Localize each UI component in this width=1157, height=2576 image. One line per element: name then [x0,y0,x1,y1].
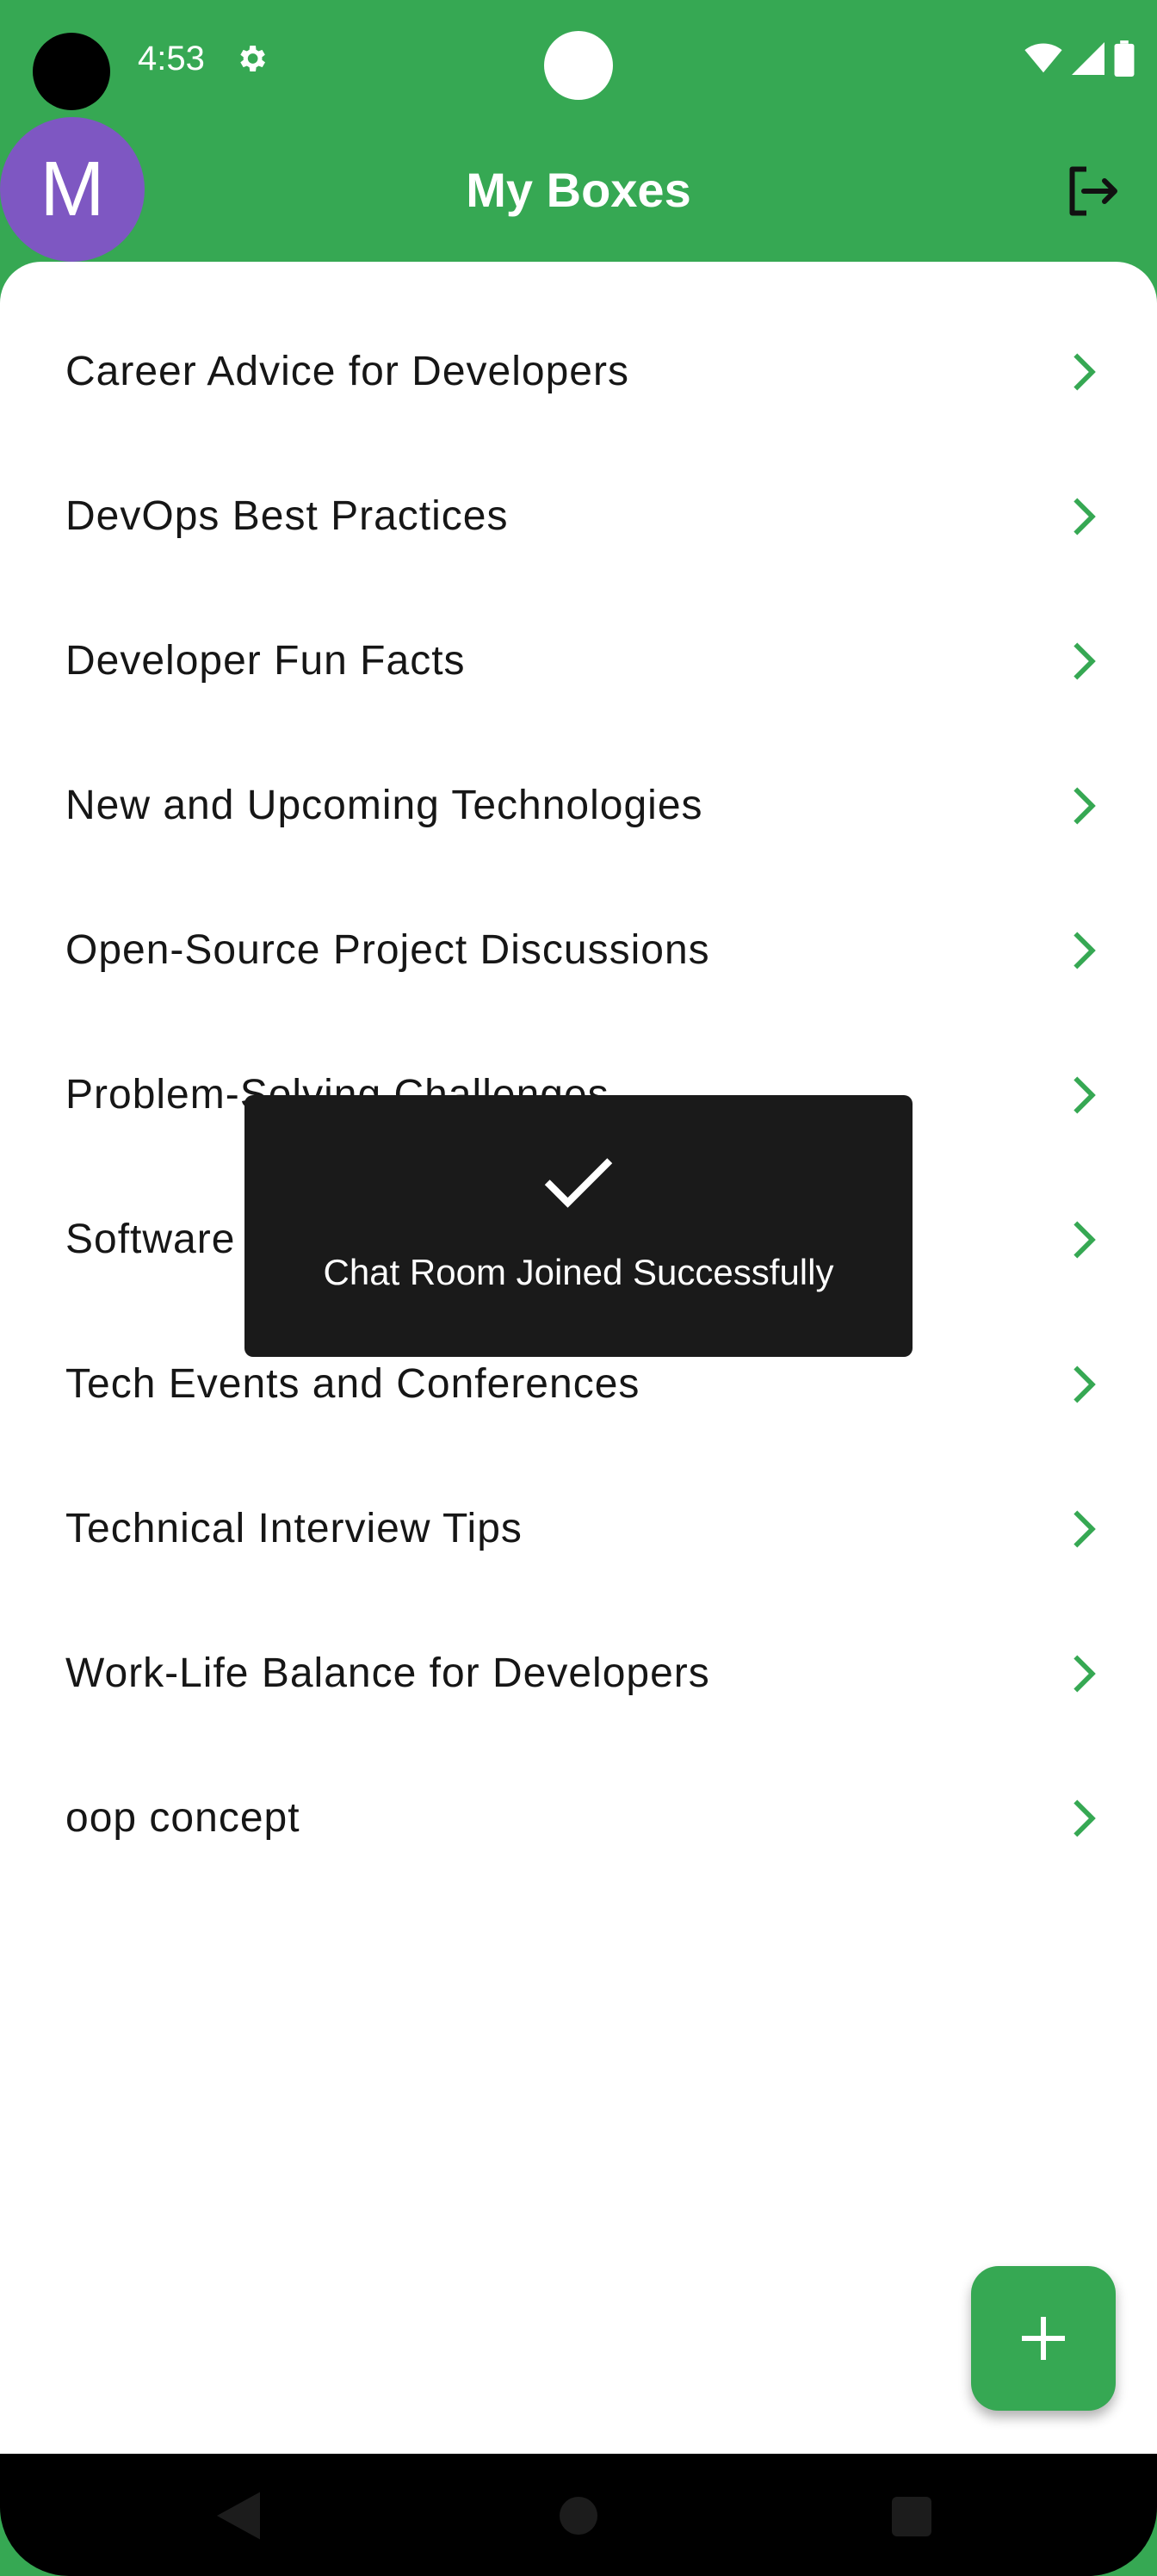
chevron-right-icon [1073,1510,1096,1548]
chevron-right-icon [1073,932,1096,969]
list-item[interactable]: DevOps Best Practices [0,444,1157,589]
status-bar: 4:53 [0,0,1157,117]
chevron-right-icon [1073,787,1096,825]
chevron-right-icon [1073,1655,1096,1693]
chevron-right-icon [1073,1221,1096,1259]
toast-message: Chat Room Joined Successfully [323,1252,834,1292]
boxes-list: Career Advice for Developers DevOps Best … [0,262,1157,2454]
list-item[interactable]: Technical Interview Tips [0,1457,1157,1601]
box-title: Developer Fun Facts [65,638,466,684]
plus-icon [1022,2317,1065,2360]
system-nav-bar [0,2454,1157,2576]
list-item[interactable]: New and Upcoming Technologies [0,734,1157,878]
box-title: Open-Source Project Discussions [65,927,710,973]
chevron-right-icon [1073,642,1096,680]
battery-icon [1114,40,1135,77]
wifi-icon [1024,43,1062,73]
chevron-right-icon [1073,1365,1096,1403]
settings-icon [240,46,265,71]
chevron-right-icon [1073,498,1096,536]
box-title: Technical Interview Tips [65,1506,523,1551]
list-item[interactable]: Career Advice for Developers [0,300,1157,444]
add-box-button[interactable] [971,2266,1116,2411]
list-item[interactable]: oop concept [0,1746,1157,1891]
box-title: Work-Life Balance for Developers [65,1650,710,1696]
camera-cutout [544,31,613,100]
chevron-right-icon [1073,1799,1096,1837]
system-icons [1024,40,1135,77]
box-title: oop concept [65,1795,300,1841]
list-item[interactable]: Open-Source Project Discussions [0,878,1157,1023]
home-icon[interactable] [560,2497,597,2535]
chevron-right-icon [1073,353,1096,391]
status-time: 4:53 [138,40,205,77]
success-toast: Chat Room Joined Successfully [244,1095,913,1357]
back-icon[interactable] [217,2492,260,2540]
list-item[interactable]: Developer Fun Facts [0,589,1157,734]
box-title: New and Upcoming Technologies [65,783,703,828]
app-bar: M My Boxes [0,117,1157,263]
checkmark-icon [544,1158,613,1208]
signal-icon [1072,42,1104,75]
box-title: Career Advice for Developers [65,349,629,394]
recents-icon[interactable] [892,2497,931,2536]
page-title: My Boxes [466,163,691,217]
box-title: DevOps Best Practices [65,493,509,539]
list-item[interactable]: Work-Life Balance for Developers [0,1601,1157,1746]
front-camera [33,33,110,110]
logout-icon[interactable] [1061,160,1123,222]
app-screen: 4:53 M My Boxes Career Advice for Develo [0,0,1157,2576]
chevron-right-icon [1073,1076,1096,1114]
